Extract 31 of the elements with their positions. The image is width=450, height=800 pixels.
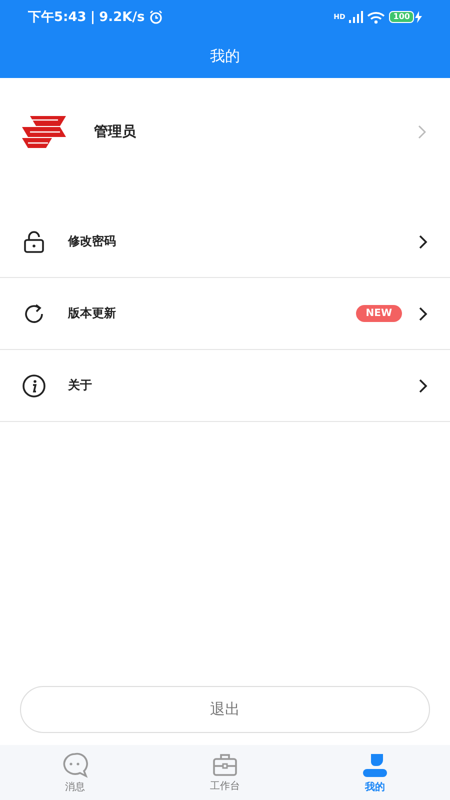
tab[interactable]: 我的 xyxy=(300,745,450,800)
briefcase-icon xyxy=(212,752,238,776)
menu-item[interactable]: 关于 xyxy=(0,350,450,422)
page-title: 我的 xyxy=(209,46,241,66)
chevron-icon xyxy=(418,234,428,250)
refresh-icon xyxy=(22,302,46,326)
user-icon xyxy=(361,752,389,778)
logo-icon xyxy=(22,116,66,148)
tab[interactable]: 工作台 xyxy=(150,745,300,800)
menu-item[interactable]: 版本更新 NEW xyxy=(0,278,450,350)
separator: | xyxy=(90,10,96,24)
menu-label: 关于 xyxy=(68,377,93,394)
tab[interactable]: 消息 xyxy=(0,745,150,800)
chevron-icon xyxy=(418,306,428,322)
menu-item[interactable]: 修改密码 xyxy=(0,206,450,278)
chevron-icon xyxy=(418,125,426,139)
wifi-icon xyxy=(367,10,386,24)
signal-icon xyxy=(349,11,364,23)
menu-label: 修改密码 xyxy=(68,233,117,250)
info-icon xyxy=(22,374,46,398)
alarm-icon xyxy=(148,10,163,24)
lock-icon xyxy=(23,230,45,252)
new-badge: NEW xyxy=(356,305,402,322)
chat-bubble-icon xyxy=(61,752,89,778)
chevron-icon xyxy=(418,378,428,394)
menu-label: 版本更新 xyxy=(68,305,117,322)
logout-button[interactable]: 退出 xyxy=(20,686,430,733)
status-time: 下午5:43 xyxy=(28,9,86,26)
network-speed: 9.2K/s xyxy=(99,10,145,24)
battery-level: 100 xyxy=(389,11,414,23)
user-name: 管理员 xyxy=(94,123,137,141)
